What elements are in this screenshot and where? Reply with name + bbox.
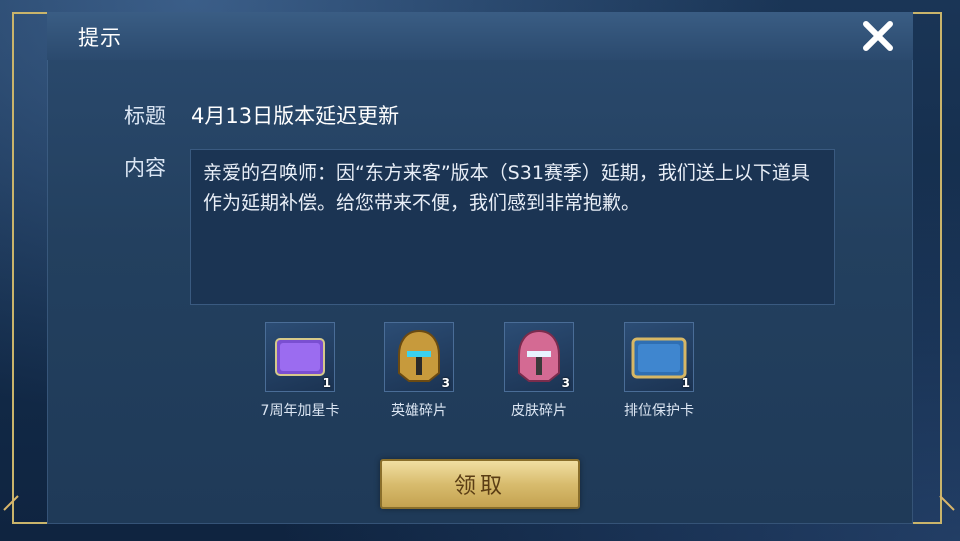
title-field-value: 4月13日版本延迟更新	[191, 104, 400, 128]
reward-tile: 1	[624, 322, 694, 392]
reward-count: 3	[561, 376, 570, 390]
reward-name: 英雄碎片	[391, 403, 447, 419]
reward-name: 排位保护卡	[624, 403, 694, 419]
reward-tile: 3	[504, 322, 574, 392]
reward-item-star-card[interactable]: 1 7周年加星卡	[248, 322, 352, 420]
corner-ornament-icon	[3, 495, 19, 511]
reward-tile: 1	[265, 322, 335, 392]
reward-item-skin-fragment[interactable]: 3 皮肤碎片	[487, 322, 591, 420]
reward-name: 7周年加星卡	[260, 403, 340, 419]
title-field-label: 标题	[124, 104, 166, 128]
close-icon	[863, 21, 893, 51]
reward-count: 1	[681, 376, 690, 390]
reward-tile: 3	[384, 322, 454, 392]
corner-ornament-icon	[939, 495, 955, 511]
reward-name: 皮肤碎片	[511, 403, 567, 419]
reward-count: 1	[322, 376, 331, 390]
reward-item-rank-protection-card[interactable]: 1 排位保护卡	[607, 322, 711, 420]
reward-item-hero-fragment[interactable]: 3 英雄碎片	[367, 322, 471, 420]
claim-button[interactable]: 领取	[380, 459, 580, 509]
content-text: 亲爱的召唤师：因“东方来客”版本（S31赛季）延期，我们送上以下道具作为延期补偿…	[190, 149, 835, 305]
content-field-label: 内容	[124, 156, 166, 180]
close-button[interactable]	[856, 14, 900, 58]
dialog-header	[47, 12, 913, 60]
dialog-title: 提示	[78, 26, 122, 50]
reward-count: 3	[441, 376, 450, 390]
